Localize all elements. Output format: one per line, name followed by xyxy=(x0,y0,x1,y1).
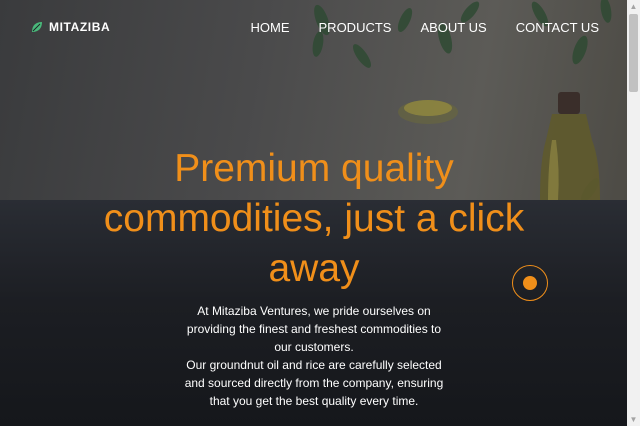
dot-icon xyxy=(523,276,537,290)
brand-logo[interactable]: MITAZIBA xyxy=(31,20,110,34)
hero-section: MITAZIBA HOME PRODUCTS ABOUT US CONTACT … xyxy=(0,0,627,426)
leaf-icon xyxy=(31,21,43,33)
nav-item-about-us[interactable]: ABOUT US xyxy=(420,20,486,35)
nav-item-home[interactable]: HOME xyxy=(251,20,290,35)
scroll-down-button[interactable] xyxy=(512,265,548,301)
nav-item-products[interactable]: PRODUCTS xyxy=(319,20,392,35)
brand-name: MITAZIBA xyxy=(49,20,111,34)
hero-intro: At Mitaziba Ventures, we pride ourselves… xyxy=(180,302,448,410)
scrollbar-thumb[interactable] xyxy=(629,14,638,92)
navbar: MITAZIBA HOME PRODUCTS ABOUT US CONTACT … xyxy=(0,0,627,58)
hero-paragraph-1: At Mitaziba Ventures, we pride ourselves… xyxy=(186,304,442,354)
arrow-up-icon[interactable]: ▲ xyxy=(627,0,640,13)
hero-headline: Premium quality commodities, just a clic… xyxy=(103,147,525,290)
nav-menu: HOME PRODUCTS ABOUT US CONTACT US xyxy=(251,20,599,35)
nav-item-contact-us[interactable]: CONTACT US xyxy=(516,20,599,35)
hero-paragraph-2: Our groundnut oil and rice are carefully… xyxy=(184,358,444,408)
page-scrollbar[interactable]: ▲ ▼ xyxy=(627,0,640,426)
arrow-down-icon[interactable]: ▼ xyxy=(627,413,640,426)
